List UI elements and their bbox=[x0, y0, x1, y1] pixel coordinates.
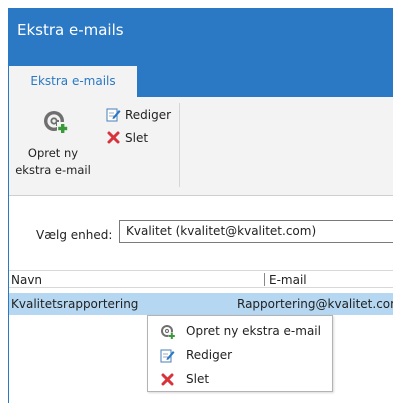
device-select[interactable]: Kvalitet (kvalitet@kvalitet.com) bbox=[119, 220, 393, 243]
edit-button[interactable]: Rediger bbox=[106, 106, 176, 124]
ribbon-panel: Opret ny ekstra e-mail Rediger Slet bbox=[9, 97, 393, 196]
device-label: Vælg enhed: bbox=[36, 228, 113, 242]
context-menu: Opret ny ekstra e-mail Rediger Slet bbox=[147, 315, 333, 392]
at-add-icon bbox=[44, 111, 68, 133]
list-header: Navn E-mail bbox=[9, 270, 393, 288]
delete-icon bbox=[107, 131, 120, 144]
column-header-name[interactable]: Navn bbox=[11, 273, 42, 287]
column-divider[interactable] bbox=[264, 273, 265, 286]
window-title: Ekstra e-mails bbox=[17, 21, 124, 39]
menu-item-create[interactable]: Opret ny ekstra e-mail bbox=[148, 320, 332, 344]
delete-icon bbox=[161, 373, 174, 386]
menu-item-edit[interactable]: Rediger bbox=[148, 344, 332, 368]
ribbon-tab-strip: Ekstra e-mails bbox=[9, 55, 393, 97]
cell-name: Kvalitetsrapportering bbox=[11, 297, 139, 311]
window: Ekstra e-mails Ekstra e-mails Opret ny e… bbox=[8, 8, 393, 403]
column-header-email[interactable]: E-mail bbox=[269, 273, 307, 287]
ribbon-separator bbox=[179, 103, 180, 187]
at-add-icon bbox=[161, 325, 175, 339]
create-extra-email-label: Opret ny ekstra e-mail bbox=[15, 146, 91, 177]
tab-ekstra-emails[interactable]: Ekstra e-mails bbox=[9, 66, 137, 97]
table-row[interactable]: Kvalitetsrapportering Rapportering@kvali… bbox=[9, 293, 393, 315]
cell-email: Rapportering@kvalitet.com bbox=[237, 297, 393, 311]
create-extra-email-button[interactable]: Opret ny ekstra e-mail bbox=[13, 105, 93, 185]
edit-icon bbox=[106, 108, 121, 122]
edit-icon bbox=[160, 349, 175, 363]
delete-button[interactable]: Slet bbox=[106, 129, 176, 147]
menu-item-delete[interactable]: Slet bbox=[148, 368, 332, 392]
title-bar: Ekstra e-mails bbox=[9, 8, 393, 55]
